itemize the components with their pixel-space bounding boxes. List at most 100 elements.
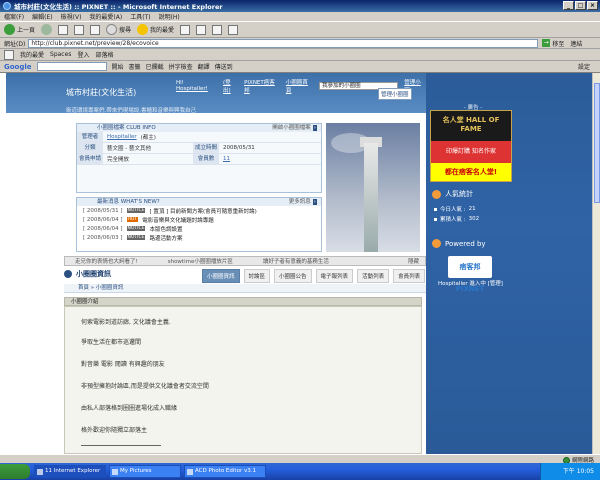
pixnet-caption[interactable]: Hospitaller 進入中 [管理] — [438, 279, 503, 287]
marquee-item[interactable]: 讀好子者有意義的基務生活 — [263, 257, 329, 265]
manage-circle-button[interactable]: 管理小圈圈 — [378, 88, 412, 100]
taskbar-item-ie[interactable]: 11 Internet Explorer — [34, 465, 106, 478]
address-input[interactable]: http://club.pixnet.net/preview/28/ecovoi… — [28, 38, 539, 48]
admin-value[interactable]: Hospitaller — [103, 134, 137, 140]
powered-text: Powered by — [445, 239, 486, 248]
news-panel: 最新消息 WHAT'S NEW? 更多訊息 [ 2008/05/31 ] NOT… — [76, 197, 322, 252]
stats-header: 人氣統計 — [432, 189, 473, 199]
google-go-button[interactable]: 開始 — [112, 62, 124, 71]
favorites-label: 我的最愛 — [150, 27, 175, 34]
tab-circle-info[interactable]: 小圈圈資訊 — [202, 269, 240, 283]
menu-favorites[interactable]: 我的最愛(A) — [89, 12, 122, 21]
links-item-favorites[interactable]: 我的最愛 — [20, 50, 44, 59]
club-info-more-link[interactable]: 開啟小圈圈檔案 — [272, 124, 317, 132]
windows-taskbar: 11 Internet Explorer My Pictures ACD Pho… — [0, 463, 600, 480]
links-item-blog[interactable]: 部落格 — [95, 50, 113, 59]
pixnet-link[interactable]: PIXNET痞客邦 — [244, 78, 280, 94]
search-button[interactable]: 搜尋 — [106, 24, 131, 35]
maximize-button[interactable]: □ — [575, 1, 586, 10]
breadcrumb: 首頁 » 小圈圈資訊 — [64, 284, 426, 293]
tab-newsletters[interactable]: 電子報列表 — [315, 269, 354, 283]
go-button[interactable]: → 移至 — [542, 39, 564, 48]
google-translate-button[interactable]: 翻譯 — [198, 62, 210, 71]
back-button[interactable]: 上一頁 — [4, 24, 35, 35]
user-link[interactable]: Hospitaller! — [176, 86, 208, 92]
menu-tools[interactable]: 工具(T) — [130, 12, 150, 21]
marquee-bar: 走兄你的表情也大詞看了! showtime小圈圈播放片區 讀好子者有意義的基務生… — [64, 256, 426, 266]
news-item[interactable]: [ 2008/05/31 ] NOTICE [ 置頂 ] 目前新聞方案(會員可隨… — [77, 206, 321, 215]
news-text[interactable]: [ 置頂 ] 目前新聞方案(會員可隨意重新討論) — [149, 207, 256, 215]
members-value[interactable]: 11 — [219, 156, 230, 162]
standard-toolbar: 上一頁 搜尋 我的最愛 — [0, 22, 600, 38]
history-icon[interactable] — [180, 24, 191, 35]
links-item-spaces[interactable]: Spaces — [50, 51, 71, 58]
menu-help[interactable]: 說明(H) — [159, 12, 180, 21]
refresh-icon[interactable] — [74, 24, 85, 35]
favorites-button[interactable]: 我的最愛 — [137, 24, 174, 35]
google-spellcheck-button[interactable]: 拼字檢查 — [169, 62, 193, 71]
intro-divider — [81, 445, 161, 446]
info-row-admin: 管理者 Hospitaller (都主) — [77, 132, 321, 143]
pixnet-logo[interactable]: 痞客邦 PIXNET — [448, 256, 492, 293]
forward-arrow-icon[interactable] — [41, 24, 53, 35]
mail-icon[interactable] — [196, 24, 207, 35]
address-bar: 網址(D) http://club.pixnet.net/preview/28/… — [0, 38, 600, 49]
google-bookmarks-button[interactable]: 書籤 — [129, 62, 141, 71]
tab-events[interactable]: 活動列表 — [357, 269, 390, 283]
tab-forum[interactable]: 討論區 — [243, 269, 271, 283]
breadcrumb-home[interactable]: 首頁 — [78, 285, 89, 291]
stat-today-label: 今日人氣 : — [440, 207, 466, 213]
google-search-input[interactable] — [36, 62, 107, 71]
home-icon[interactable] — [90, 24, 101, 35]
google-settings-button[interactable]: 設定 — [578, 62, 590, 71]
intro-line: 爭取生活在都市巡邏間 — [81, 339, 142, 346]
marquee-item[interactable]: 走兄你的表情也大詞看了! — [75, 257, 138, 265]
marquee-item[interactable]: showtime小圈圈播放片區 — [168, 257, 233, 265]
intro-line: 對音樂 電影 閱讀 有興趣的朋友 — [81, 361, 165, 368]
news-tag: NOTICE — [126, 226, 146, 231]
taskbar-item-mypictures[interactable]: My Pictures — [109, 465, 181, 478]
news-item[interactable]: [ 2008/06/04 ] NOTICE 本版色調設置 — [77, 224, 321, 233]
close-button[interactable]: × — [587, 1, 598, 10]
menu-file[interactable]: 檔案(F) — [4, 12, 24, 21]
stats-title: 人氣統計 — [445, 190, 473, 198]
minimize-button[interactable]: _ — [563, 1, 574, 10]
news-more-link[interactable]: 更多訊息 — [289, 198, 317, 206]
breadcrumb-current: 小圈圈資訊 — [95, 285, 124, 291]
circle-dot-icon — [64, 270, 72, 278]
category-value: 藝文圈 - 藝文其他 — [107, 146, 151, 152]
news-item[interactable]: [ 2008/06/04 ] HOT 電影音樂與文化議題討論專題 — [77, 215, 321, 224]
menu-edit[interactable]: 編輯(E) — [32, 12, 52, 21]
edit-icon[interactable] — [228, 24, 239, 35]
circle-home-link[interactable]: 小圈圈首頁 — [286, 78, 313, 94]
breadcrumb-separator: » — [90, 285, 95, 291]
news-title: 最新消息 WHAT'S NEW? — [97, 199, 160, 205]
menu-view[interactable]: 檢視(V) — [61, 12, 82, 21]
info-row-category: 分類 藝文圈 - 藝文其他 成立時間 2008/05/31 — [77, 143, 321, 154]
stat-total-value: 302 — [468, 216, 480, 222]
back-arrow-icon — [4, 24, 15, 35]
ad-banner[interactable]: 名人堂 HALL OF FAME 印爆訂購 知名作家 都在痞客名人堂! — [430, 110, 512, 182]
print-icon[interactable] — [212, 24, 223, 35]
links-button[interactable]: 連結 — [570, 39, 582, 48]
google-sendto-button[interactable]: 傳送到 — [215, 62, 233, 71]
google-popup-blocked[interactable]: 已攔截 — [146, 62, 164, 71]
links-item-login[interactable]: 登入 — [77, 50, 89, 59]
start-button[interactable] — [0, 464, 30, 479]
taskbar-item-acd[interactable]: ACD Photo Editor v3.1 — [184, 465, 266, 478]
powered-icon — [432, 239, 441, 248]
news-text[interactable]: 路邊活動方案 — [149, 234, 182, 242]
powered-header: Powered by — [432, 239, 486, 248]
stop-icon[interactable] — [58, 24, 69, 35]
news-text[interactable]: 本版色調設置 — [149, 225, 182, 233]
vertical-scrollbar[interactable] — [592, 73, 600, 454]
tab-members[interactable]: 會員列表 — [393, 269, 426, 283]
marquee-hide-button[interactable]: 隱藏 — [408, 257, 419, 265]
logout-link[interactable]: (登出) — [223, 78, 238, 94]
news-tag: NOTICE — [126, 208, 146, 213]
scrollbar-thumb[interactable] — [594, 83, 600, 203]
tab-announcements[interactable]: 小圈圈公告 — [274, 269, 312, 283]
news-item[interactable]: [ 2008/06/03 ] NOTICE 路邊活動方案 — [77, 233, 321, 242]
window-titlebar[interactable]: 城市村莊(文化生活) :: PIXNET :: - Microsoft Inte… — [0, 0, 600, 12]
news-text[interactable]: 電影音樂與文化議題討論專題 — [142, 216, 214, 224]
